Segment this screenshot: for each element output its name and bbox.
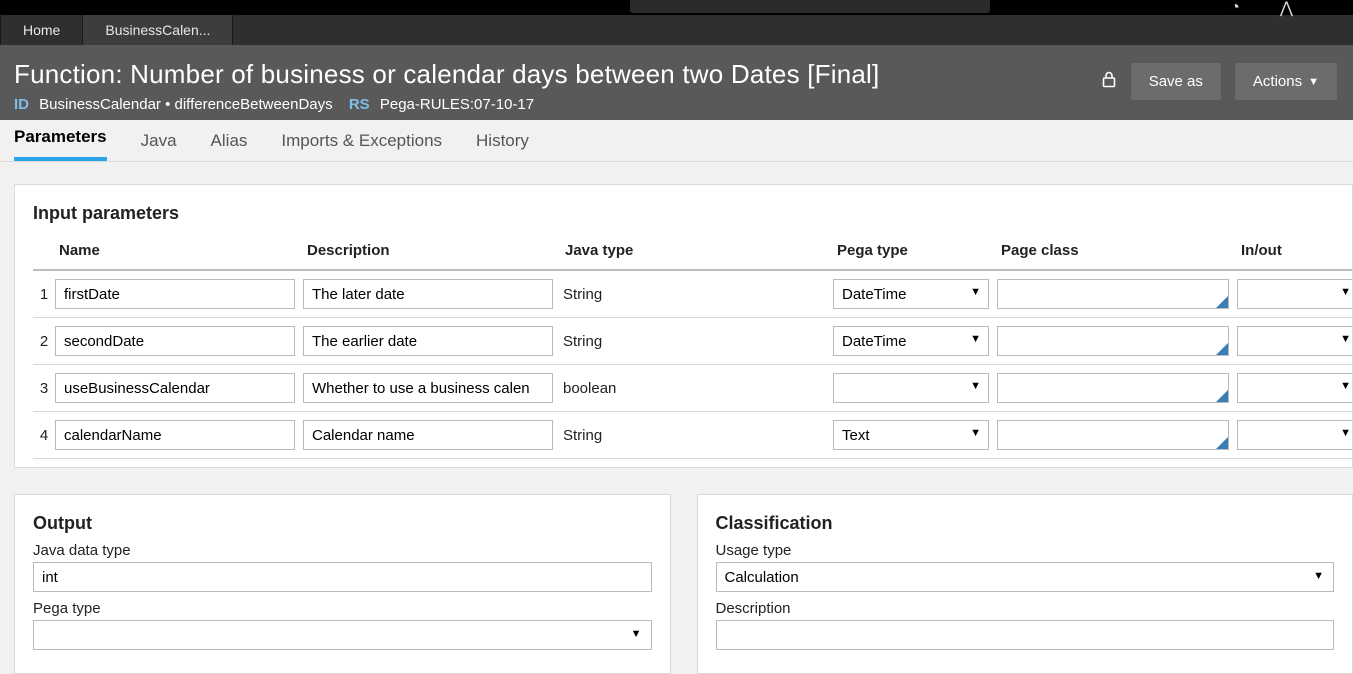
id-value: BusinessCalendar • differenceBetweenDays [39, 96, 332, 113]
param-pega-type-select[interactable]: Text [833, 420, 989, 450]
param-java-type: String [561, 427, 833, 444]
rs-keyword: RS [349, 96, 370, 113]
global-search[interactable] [630, 0, 990, 13]
param-description-input[interactable] [303, 279, 553, 309]
param-inout-select[interactable] [1237, 373, 1353, 403]
param-name-input[interactable] [55, 279, 295, 309]
table-row: 3 boolean [33, 365, 1352, 412]
input-parameters-panel: Input parameters Name Description Java t… [14, 184, 1353, 468]
col-java-type: Java type [561, 238, 833, 263]
usage-type-label: Usage type [716, 542, 1335, 559]
save-as-label: Save as [1149, 73, 1203, 90]
col-pega-type: Pega type [833, 238, 997, 263]
clock-icon[interactable]: ◔ [1230, 0, 1240, 17]
params-body: 1StringDateTime2StringDateTime3boolean4S… [33, 271, 1352, 459]
id-keyword: ID [14, 96, 29, 113]
user-icon[interactable]: ⋀ [1280, 0, 1293, 18]
tab-business-calendar[interactable]: BusinessCalen... [83, 15, 233, 45]
param-page-class-input[interactable] [997, 279, 1229, 309]
chevron-down-icon: ▼ [1308, 76, 1319, 88]
param-name-input[interactable] [55, 326, 295, 356]
output-panel: Output Java data type Pega type [14, 494, 671, 674]
tab-home[interactable]: Home [0, 15, 83, 45]
param-java-type: String [561, 333, 833, 350]
col-name: Name [55, 238, 303, 263]
param-inout-select[interactable] [1237, 279, 1353, 309]
tab-alias[interactable]: Alias [211, 121, 248, 161]
param-description-input[interactable] [303, 420, 553, 450]
app-topbar: ◔ ⋀ [0, 0, 1353, 15]
row-index: 4 [33, 427, 55, 444]
table-row: 4 StringText [33, 412, 1352, 459]
output-pega-type-select[interactable] [33, 620, 652, 650]
tab-imports-exceptions[interactable]: Imports & Exceptions [281, 121, 442, 161]
input-parameters-heading: Input parameters [33, 203, 1352, 224]
java-data-type-input[interactable] [33, 562, 652, 592]
classification-heading: Classification [716, 513, 1335, 534]
param-inout-select[interactable] [1237, 420, 1353, 450]
save-as-button[interactable]: Save as [1131, 63, 1221, 100]
tab-parameters[interactable]: Parameters [14, 117, 107, 161]
param-name-input[interactable] [55, 420, 295, 450]
rs-value: Pega-RULES:07-10-17 [380, 96, 534, 113]
classification-description-label: Description [716, 600, 1335, 617]
param-name-input[interactable] [55, 373, 295, 403]
param-description-input[interactable] [303, 326, 553, 356]
param-page-class-input[interactable] [997, 373, 1229, 403]
actions-button[interactable]: Actions ▼ [1235, 63, 1337, 100]
tab-java[interactable]: Java [141, 121, 177, 161]
lock-icon[interactable] [1101, 70, 1117, 93]
col-description: Description [303, 238, 561, 263]
row-index: 2 [33, 333, 55, 350]
java-data-type-label: Java data type [33, 542, 652, 559]
param-inout-select[interactable] [1237, 326, 1353, 356]
rule-header: Function: Number of business or calendar… [0, 45, 1353, 120]
col-in-out: In/out [1237, 238, 1353, 263]
workspace-tabs: Home BusinessCalen... [0, 15, 1353, 45]
tab-history[interactable]: History [476, 121, 529, 161]
param-pega-type-select[interactable] [833, 373, 989, 403]
param-pega-type-select[interactable]: DateTime [833, 326, 989, 356]
actions-label: Actions [1253, 73, 1302, 90]
param-java-type: boolean [561, 380, 833, 397]
usage-type-select[interactable]: Calculation [716, 562, 1335, 592]
param-pega-type-select[interactable]: DateTime [833, 279, 989, 309]
row-index: 3 [33, 380, 55, 397]
table-row: 1 StringDateTime [33, 271, 1352, 318]
row-index: 1 [33, 286, 55, 303]
param-java-type: String [561, 286, 833, 303]
param-page-class-input[interactable] [997, 420, 1229, 450]
col-page-class: Page class [997, 238, 1237, 263]
output-pega-type-label: Pega type [33, 600, 652, 617]
classification-panel: Classification Usage type Calculation De… [697, 494, 1353, 674]
rule-tabs: Parameters Java Alias Imports & Exceptio… [0, 120, 1353, 162]
classification-description-input[interactable] [716, 620, 1335, 650]
output-heading: Output [33, 513, 652, 534]
param-page-class-input[interactable] [997, 326, 1229, 356]
page-body: Input parameters Name Description Java t… [0, 162, 1353, 674]
params-header-row: Name Description Java type Pega type Pag… [33, 232, 1352, 271]
param-description-input[interactable] [303, 373, 553, 403]
table-row: 2 StringDateTime [33, 318, 1352, 365]
